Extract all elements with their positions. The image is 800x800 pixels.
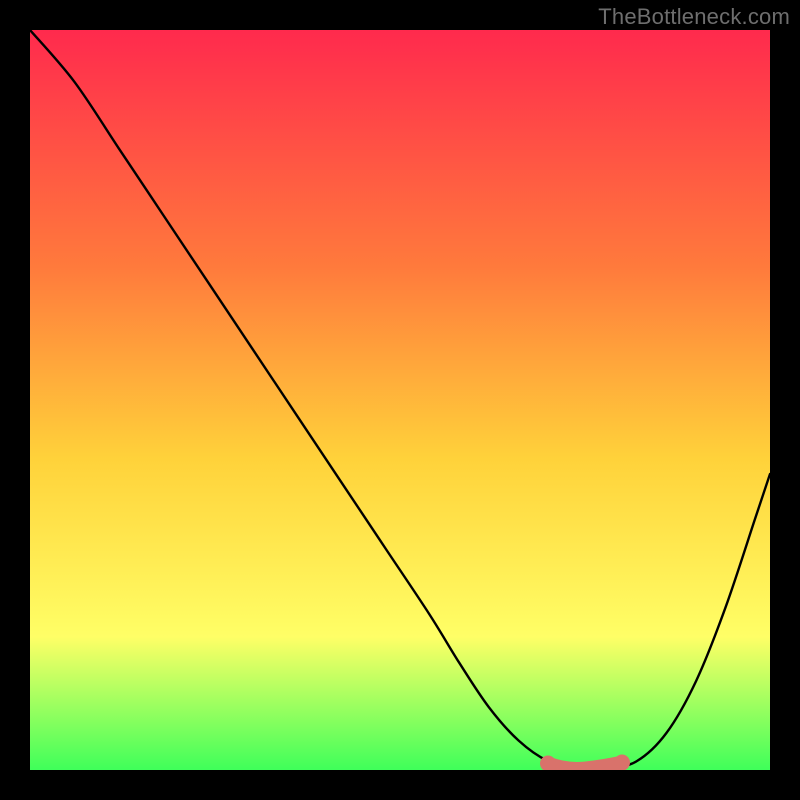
gradient-background bbox=[30, 30, 770, 770]
bottleneck-chart bbox=[0, 0, 800, 800]
optimal-range-start-dot bbox=[540, 756, 556, 772]
optimal-range-end-dot bbox=[614, 755, 630, 771]
watermark-text: TheBottleneck.com bbox=[598, 4, 790, 30]
optimal-range-marker bbox=[548, 763, 622, 769]
chart-frame: TheBottleneck.com bbox=[0, 0, 800, 800]
